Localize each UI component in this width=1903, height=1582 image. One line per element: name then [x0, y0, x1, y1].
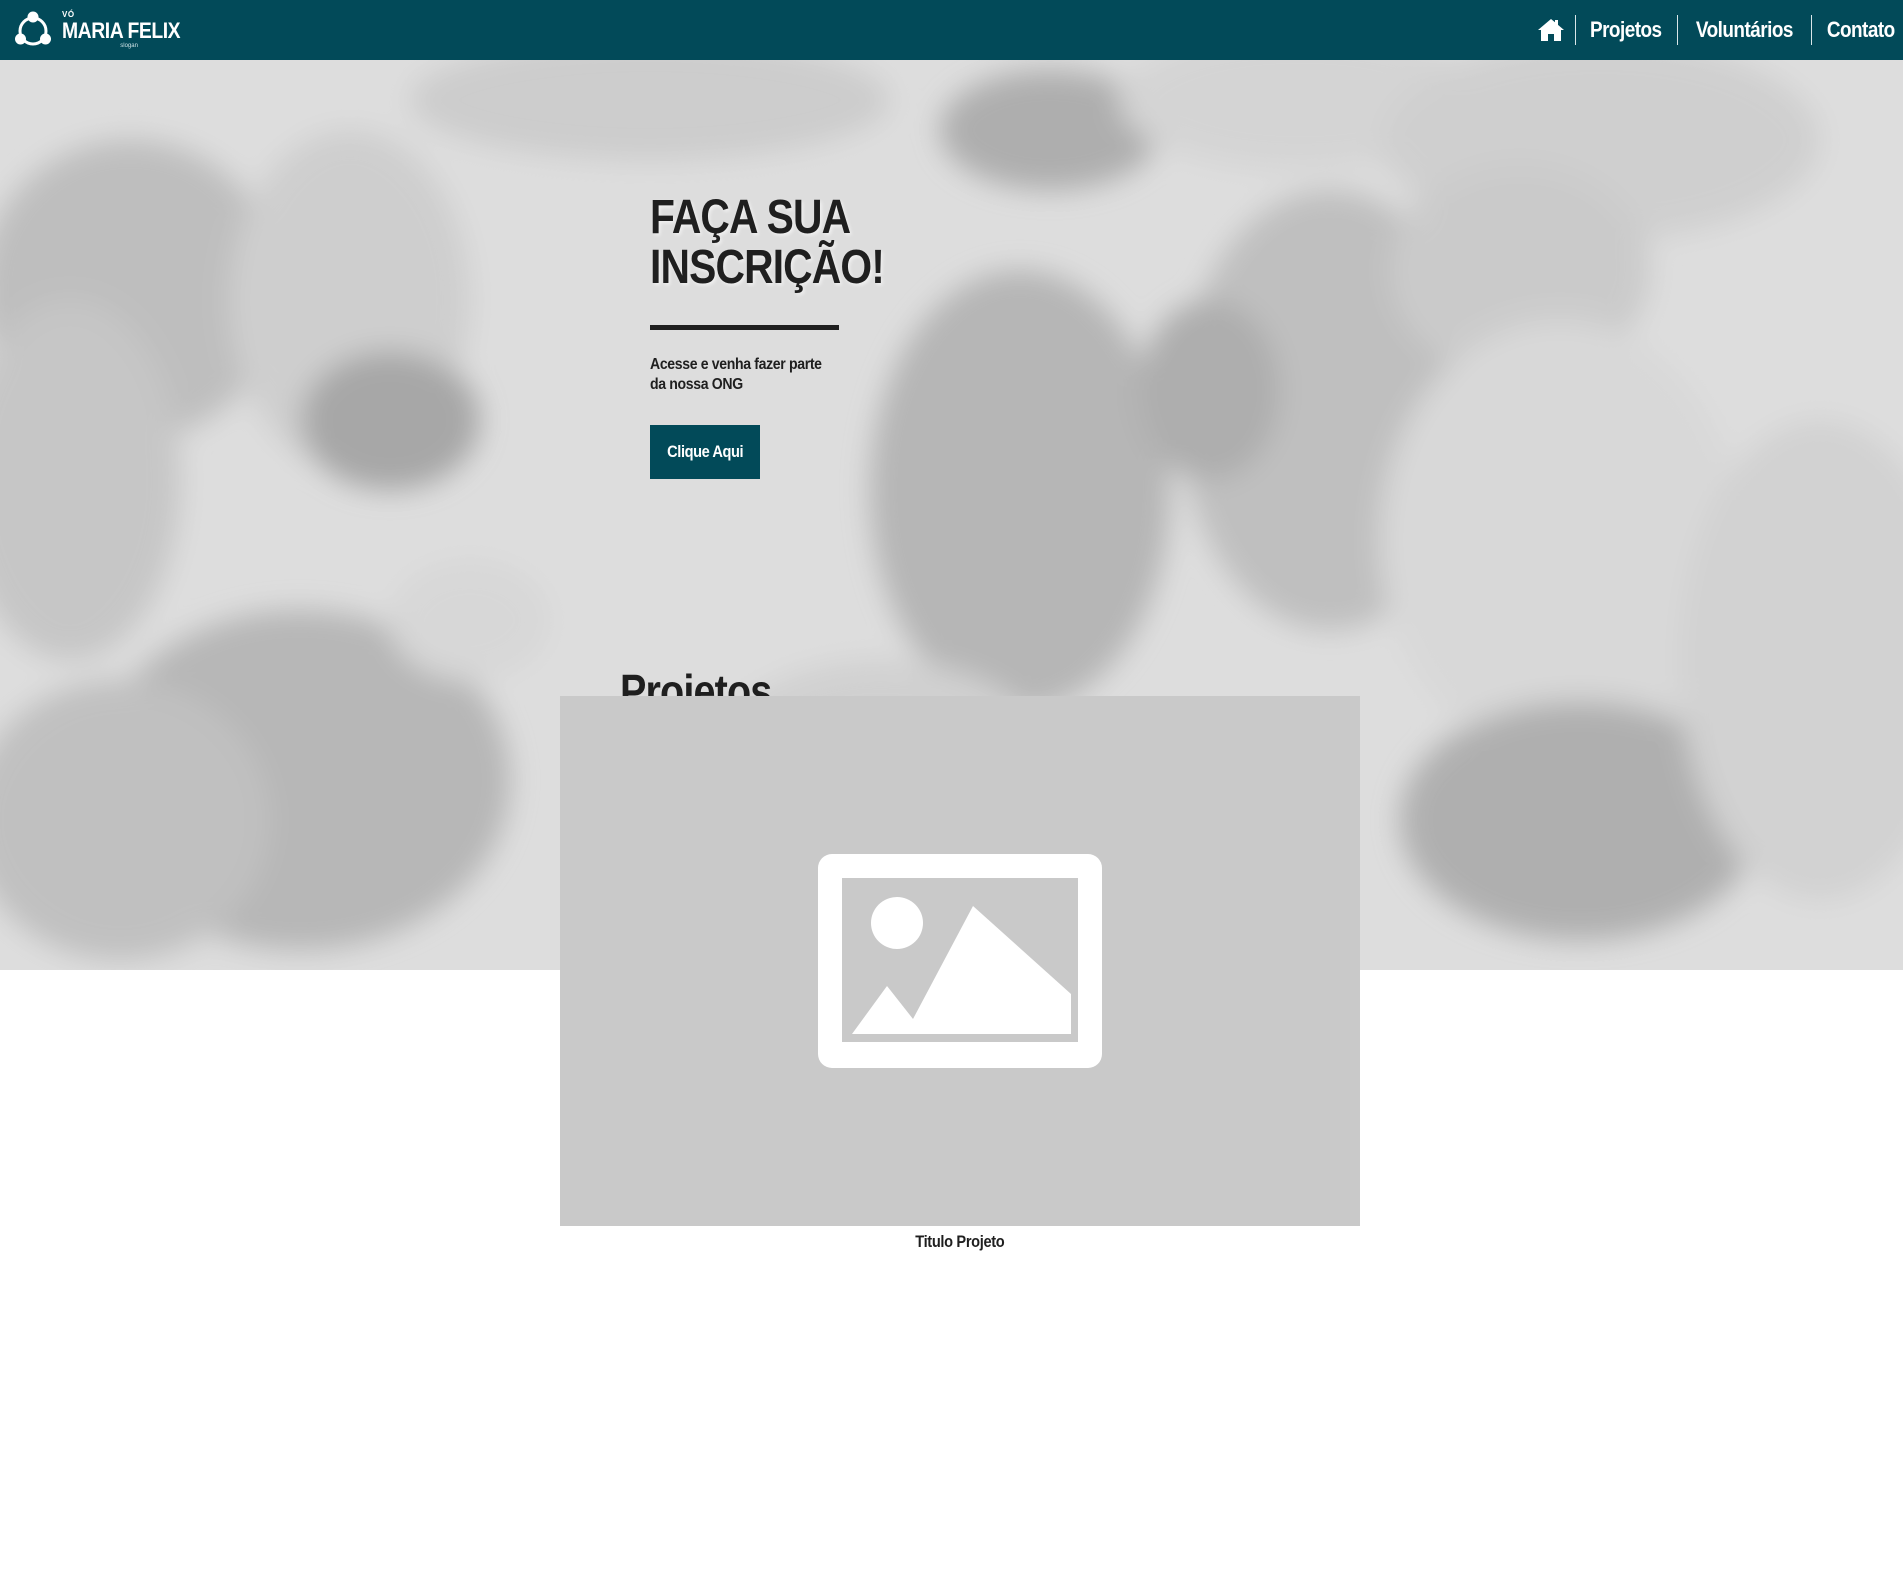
brand-slogan: slogan: [120, 43, 138, 49]
project-title: Titulo Projeto: [915, 1232, 1005, 1251]
brand-logo[interactable]: VÓ MARIA FELIX slogan: [12, 9, 196, 51]
brand-name: MARIA FELIX: [62, 18, 181, 43]
cta-subtitle: Acesse e venha fazer parte da nossa ONG: [650, 356, 822, 393]
project-image[interactable]: [560, 696, 1360, 1226]
nav-divider: [1811, 15, 1813, 45]
image-placeholder-icon: [818, 854, 1102, 1068]
home-icon: [1538, 19, 1565, 41]
nav-link-contato[interactable]: Contato: [1818, 17, 1895, 43]
nav-divider: [1575, 15, 1577, 45]
project-card: Titulo Projeto: [560, 696, 1360, 1252]
nav-link-projetos[interactable]: Projetos: [1583, 17, 1670, 43]
cta-button[interactable]: Clique Aqui: [650, 425, 760, 479]
logo-icon: [15, 11, 51, 46]
main-nav: Projetos Voluntários Contato: [1527, 0, 1901, 60]
cta-divider: [650, 325, 839, 330]
nav-divider: [1677, 15, 1679, 45]
cta-title: FAÇA SUA INSCRIÇÃO!: [650, 191, 885, 293]
nav-link-voluntarios[interactable]: Voluntários: [1688, 17, 1802, 43]
nav-home-link[interactable]: [1527, 15, 1575, 45]
top-navbar: VÓ MARIA FELIX slogan Projetos Voluntári…: [0, 0, 1903, 60]
project-title-link[interactable]: Titulo Projeto: [560, 1232, 1360, 1252]
cta-button-label: Clique Aqui: [667, 442, 743, 461]
brand-text: VÓ MARIA FELIX slogan: [62, 11, 196, 50]
signup-cta: FAÇA SUA INSCRIÇÃO! Acesse e venha fazer…: [650, 193, 910, 479]
cta-title-line2: INSCRIÇÃO!: [650, 241, 885, 294]
cta-title-line1: FAÇA SUA: [650, 191, 851, 244]
